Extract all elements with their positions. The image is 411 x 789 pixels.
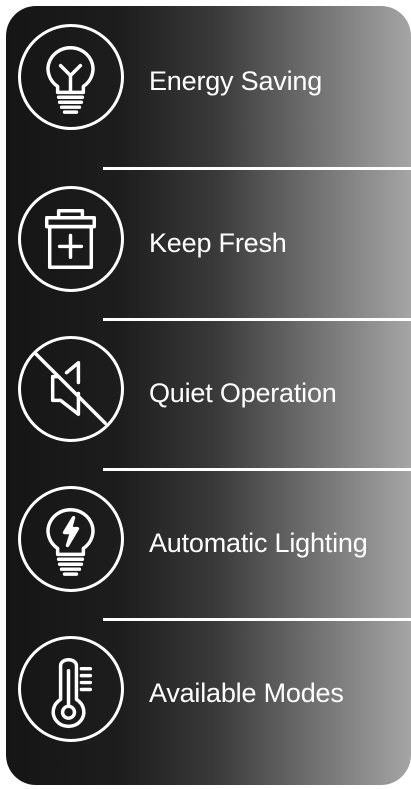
feature-label: Quiet Operation <box>149 378 337 408</box>
feature-label: Energy Saving <box>149 66 323 96</box>
light-bulb-icon <box>46 46 95 114</box>
lightning-bulb-icon <box>46 508 95 576</box>
feature-label: Available Modes <box>149 678 344 708</box>
thermometer-icon <box>51 658 93 729</box>
feature-quiet-operation: Quiet Operation <box>6 318 411 468</box>
speaker-muted-icon <box>34 352 107 425</box>
feature-automatic-lighting: Automatic Lighting <box>6 468 411 618</box>
feature-energy-saving: Energy Saving <box>6 6 411 156</box>
first-aid-box-icon <box>45 209 96 269</box>
feature-available-modes: Available Modes <box>6 618 411 768</box>
icon-circle <box>18 636 124 742</box>
icon-circle <box>18 24 124 130</box>
feature-label: Automatic Lighting <box>149 528 368 558</box>
icon-circle <box>18 486 124 592</box>
icon-circle <box>18 336 124 442</box>
feature-label: Keep Fresh <box>149 228 287 258</box>
feature-keep-fresh: Keep Fresh <box>6 168 411 318</box>
icon-circle <box>18 186 124 292</box>
features-panel: Energy Saving Keep Fresh Quiet Operation <box>6 6 411 785</box>
